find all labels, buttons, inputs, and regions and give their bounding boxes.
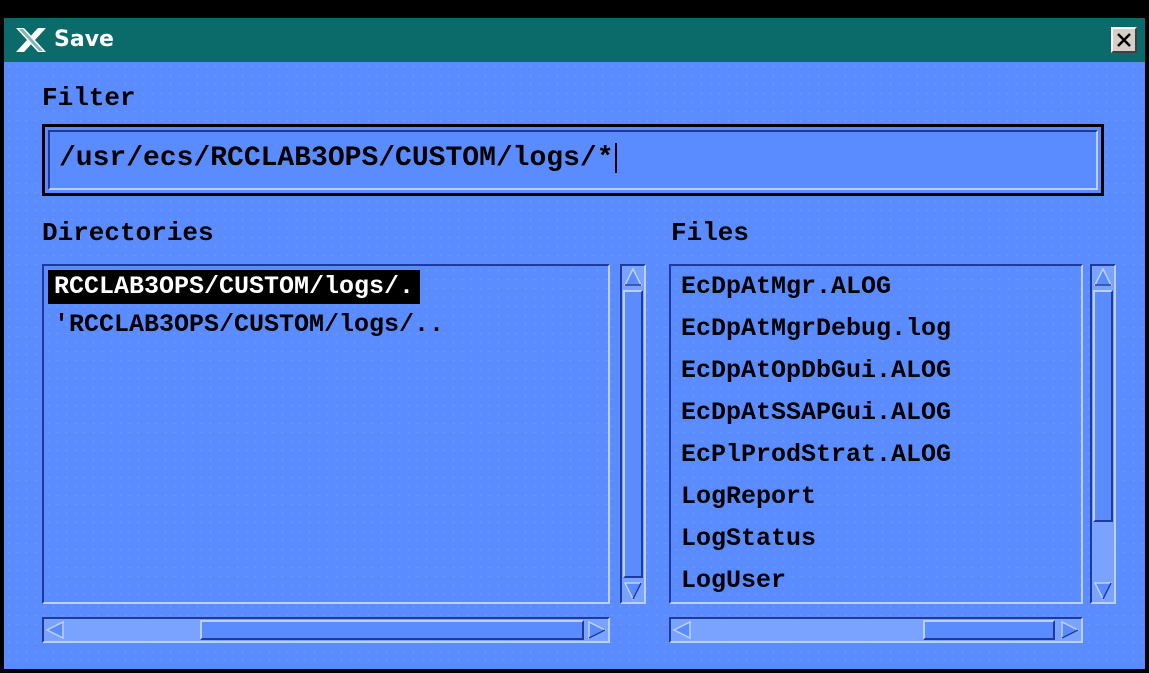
directories-horizontal-thumb[interactable] [200,620,584,640]
scroll-down-arrow-icon[interactable] [1092,580,1114,602]
text-cursor [614,142,617,173]
filter-input[interactable]: /usr/ecs/RCCLAB3OPS/CUSTOM/logs/* [42,124,1104,196]
scroll-right-arrow-icon[interactable] [1059,619,1081,641]
file-item[interactable]: EcDpAtOpDbGui.ALOG [681,354,951,388]
directory-item[interactable]: 'RCCLAB3OPS/CUSTOM/logs/.. [54,308,444,342]
filter-input-value[interactable]: /usr/ecs/RCCLAB3OPS/CUSTOM/logs/* [59,141,617,177]
save-dialog: Save Filter /usr/ecs/RCCLAB3OPS/CUSTOM/l… [0,0,1149,673]
x-window-icon [14,26,48,54]
file-item[interactable]: EcDpAtMgr.ALOG [681,270,891,304]
filter-label: Filter [42,83,136,113]
directories-list[interactable]: RCCLAB3OPS/CUSTOM/logs/. 'RCCLAB3OPS/CUS… [42,264,610,604]
directory-item-selected[interactable]: RCCLAB3OPS/CUSTOM/logs/. [48,270,421,304]
window-title: Save [54,27,114,52]
file-item[interactable]: LogUser [681,564,786,598]
files-list[interactable]: EcDpAtMgr.ALOG EcDpAtMgrDebug.log EcDpAt… [669,264,1083,604]
scroll-left-arrow-icon[interactable] [671,619,693,641]
file-item[interactable]: EcDpAtSSAPGui.ALOG [681,396,951,430]
scroll-up-arrow-icon[interactable] [1092,266,1114,288]
file-item[interactable]: LogReport [681,480,816,514]
directories-vertical-scrollbar[interactable] [620,264,646,604]
scroll-up-arrow-icon[interactable] [622,266,644,288]
directories-label: Directories [42,218,214,248]
files-vertical-scrollbar[interactable] [1090,264,1116,604]
file-item[interactable]: EcPlProdStrat.ALOG [681,438,951,472]
scroll-left-arrow-icon[interactable] [44,619,66,641]
title-bar[interactable]: Save [4,18,1145,62]
file-item[interactable]: EcDpAtMgrDebug.log [681,312,951,346]
file-item[interactable]: LogStatus [681,522,816,556]
files-vertical-thumb[interactable] [1093,290,1113,522]
directories-vertical-thumb[interactable] [623,290,643,578]
directories-horizontal-scrollbar[interactable] [42,617,610,643]
scroll-right-arrow-icon[interactable] [586,619,608,641]
files-label: Files [671,218,750,248]
dialog-body: Filter /usr/ecs/RCCLAB3OPS/CUSTOM/logs/*… [4,62,1145,669]
files-horizontal-thumb[interactable] [923,620,1055,640]
scroll-down-arrow-icon[interactable] [622,580,644,602]
files-horizontal-scrollbar[interactable] [669,617,1083,643]
close-button[interactable] [1111,27,1137,53]
